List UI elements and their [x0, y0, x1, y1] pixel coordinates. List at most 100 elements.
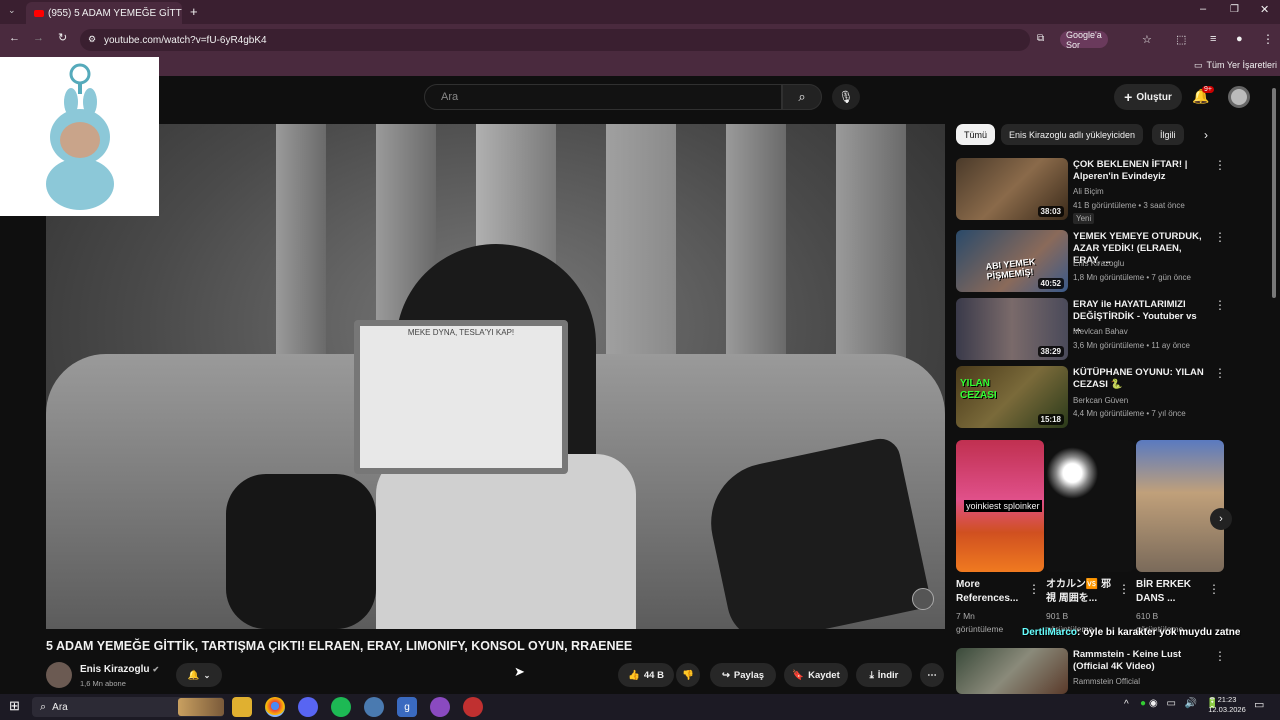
thumbs-up-icon: 👍	[628, 669, 640, 681]
video-title: 5 ADAM YEMEĞE GİTTİK, TARTIŞMA ÇIKTI! EL…	[46, 639, 633, 653]
short-title[interactable]: BİR ERKEK DANS ...	[1136, 578, 1208, 606]
all-bookmarks-label: Tüm Yer İşaretleri	[1206, 60, 1278, 70]
rec-menu-icon[interactable]: ⋮	[1214, 649, 1226, 663]
notifications-button[interactable]: 🔔 9+	[1192, 86, 1214, 108]
rec-thumbnail[interactable]: 38:03	[956, 158, 1068, 220]
youtube-favicon-icon	[34, 9, 44, 17]
search-input[interactable]: Ara	[424, 84, 782, 110]
notification-badge: 9+	[1202, 86, 1214, 93]
search-button[interactable]: ⌕	[782, 84, 822, 110]
channel-name-label: Enis Kirazoglu	[80, 664, 150, 675]
like-button[interactable]: 👍 44 B	[618, 663, 674, 687]
channel-watermark-icon[interactable]	[912, 588, 934, 610]
taskbar-search[interactable]: ⌕ Ara	[32, 697, 224, 717]
person-sweater	[376, 454, 636, 629]
rec-menu-icon[interactable]: ⋮	[1214, 230, 1226, 244]
channel-avatar[interactable]	[46, 662, 72, 688]
browser-tab[interactable]: (955) 5 ADAM YEMEĞE GİTT 🔊 ✕	[26, 2, 182, 24]
app-g-icon[interactable]: g	[397, 697, 417, 717]
short-thumbnail[interactable]: yoinkiest sploinker	[956, 440, 1044, 572]
rec-menu-icon[interactable]: ⋮	[1214, 366, 1226, 380]
browser-menu-icon[interactable]: ⋮	[1262, 32, 1274, 46]
save-button[interactable]: 🔖 Kaydet	[784, 663, 848, 687]
video-player[interactable]: MEKE DYNA, TESLA'YI KAP!	[46, 124, 945, 629]
rec-thumbnail[interactable]: ABI YEMEK PİŞMEMİŞ! 40:52	[956, 230, 1068, 292]
duration-badge: 38:03	[1037, 206, 1064, 217]
reading-list-icon[interactable]: ≡	[1210, 33, 1216, 45]
close-window-icon[interactable]: ✕	[1260, 3, 1269, 16]
site-info-icon[interactable]: ⚙	[88, 34, 96, 45]
voice-search-button[interactable]: 🎙	[832, 84, 860, 110]
search-icon: ⌕	[40, 700, 47, 713]
spotify-icon[interactable]	[331, 697, 351, 717]
short-title[interactable]: オカルン🆚 邪視 周囲を...	[1046, 578, 1118, 606]
tray-chevron-icon[interactable]: ^	[1124, 699, 1129, 710]
channel-name[interactable]: Enis Kirazoglu ✔	[80, 664, 159, 675]
rec-thumbnail[interactable]	[956, 648, 1068, 694]
rec-channel[interactable]: Mevlcan Bahav	[1073, 327, 1128, 336]
tab-menu-icon[interactable]: ⌄	[8, 5, 16, 16]
rec-title[interactable]: ÇOK BEKLENEN İFTAR! | Alperen'in Evindey…	[1073, 159, 1205, 183]
file-explorer-icon[interactable]	[232, 697, 252, 717]
reload-icon[interactable]: ↻	[58, 31, 67, 44]
chip-from-uploader[interactable]: Enis Kirazoglu adlı yükleyiciden	[1001, 124, 1144, 145]
chip-all[interactable]: Tümü	[956, 124, 996, 145]
app-purple-icon[interactable]	[430, 697, 450, 717]
card-text: MEKE DYNA, TESLA'YI KAP!	[407, 328, 515, 337]
clock-date: 12.03.2026	[1208, 705, 1246, 714]
back-icon[interactable]: ←	[9, 32, 20, 44]
short-thumbnail[interactable]	[1046, 440, 1134, 572]
short-menu-icon[interactable]: ⋮	[1118, 582, 1130, 596]
forward-icon[interactable]: →	[33, 32, 44, 44]
chrome-icon[interactable]	[265, 697, 285, 717]
windows-start-icon[interactable]: ⊞	[9, 698, 20, 714]
rec-menu-icon[interactable]: ⋮	[1214, 298, 1226, 312]
chip-related[interactable]: İlgili	[1152, 124, 1184, 145]
bookmark-star-icon[interactable]: ☆	[1142, 33, 1152, 46]
rec-title[interactable]: Rammstein - Keine Lust (Official 4K Vide…	[1073, 649, 1205, 673]
rec-channel[interactable]: Ali Biçim	[1073, 187, 1104, 196]
short-thumbnail[interactable]	[1136, 440, 1224, 572]
share-button[interactable]: ↪ Paylaş	[710, 663, 776, 687]
address-bar[interactable]: ⚙ youtube.com/watch?v=fU-6yR4gbK4 ⧉ Goog…	[80, 29, 1152, 51]
shorts-next-button[interactable]: ›	[1210, 508, 1232, 530]
rec-channel[interactable]: Berkcan Güven	[1073, 396, 1128, 405]
rec-thumbnail[interactable]: YILAN CEZASI 15:18	[956, 366, 1068, 428]
avatar[interactable]	[1228, 86, 1250, 108]
minimize-icon[interactable]: –	[1200, 3, 1206, 15]
google-ask-button[interactable]: Google'a Sor	[1060, 30, 1108, 50]
short-menu-icon[interactable]: ⋮	[1028, 582, 1040, 596]
subscription-bell-button[interactable]: 🔔 ⌄	[176, 663, 222, 687]
page-scrollbar[interactable]	[1272, 88, 1276, 298]
short-menu-icon[interactable]: ⋮	[1208, 582, 1220, 596]
rec-channel[interactable]: Enis Kirazoglu	[1073, 259, 1124, 268]
new-badge: Yeni	[1073, 213, 1095, 224]
all-bookmarks-button[interactable]: ▭ Tüm Yer İşaretleri	[1194, 60, 1277, 71]
extensions-icon[interactable]: ⬚	[1176, 33, 1186, 46]
folder-icon: ▭	[1194, 60, 1203, 70]
install-icon[interactable]: ⧉	[1037, 33, 1044, 44]
create-label: Oluştur	[1136, 91, 1172, 103]
new-tab-icon[interactable]: +	[190, 4, 198, 19]
discord-icon[interactable]	[298, 697, 318, 717]
rec-meta: 41 B görüntüleme • 3 saat önce	[1073, 201, 1185, 210]
maximize-icon[interactable]: ❐	[1230, 4, 1239, 15]
rec-menu-icon[interactable]: ⋮	[1214, 158, 1226, 172]
rec-title[interactable]: KÜTÜPHANE OYUNU: YILAN CEZASI 🐍	[1073, 367, 1205, 391]
rec-thumbnail[interactable]: 38:29	[956, 298, 1068, 360]
notification-center-icon[interactable]: ▭	[1254, 698, 1264, 711]
more-actions-button[interactable]: ⋯	[920, 663, 944, 687]
taskbar-search-label: Ara	[52, 701, 68, 713]
clock[interactable]: 21:23 12.03.2026	[1204, 695, 1250, 715]
more-icon: ⋯	[927, 669, 937, 681]
chevron-right-icon[interactable]: ›	[1204, 128, 1208, 142]
dislike-button[interactable]: 👎	[676, 663, 700, 687]
download-button[interactable]: ⤓ İndir	[856, 663, 912, 687]
bookmark-icon: 🔖	[792, 669, 805, 681]
app-red-icon[interactable]	[463, 697, 483, 717]
app-icon[interactable]	[364, 697, 384, 717]
short-title[interactable]: More References...	[956, 578, 1028, 606]
rec-channel[interactable]: Rammstein Official	[1073, 677, 1140, 686]
create-button[interactable]: + Oluştur	[1114, 84, 1182, 110]
profile-icon[interactable]: ●	[1236, 33, 1243, 45]
